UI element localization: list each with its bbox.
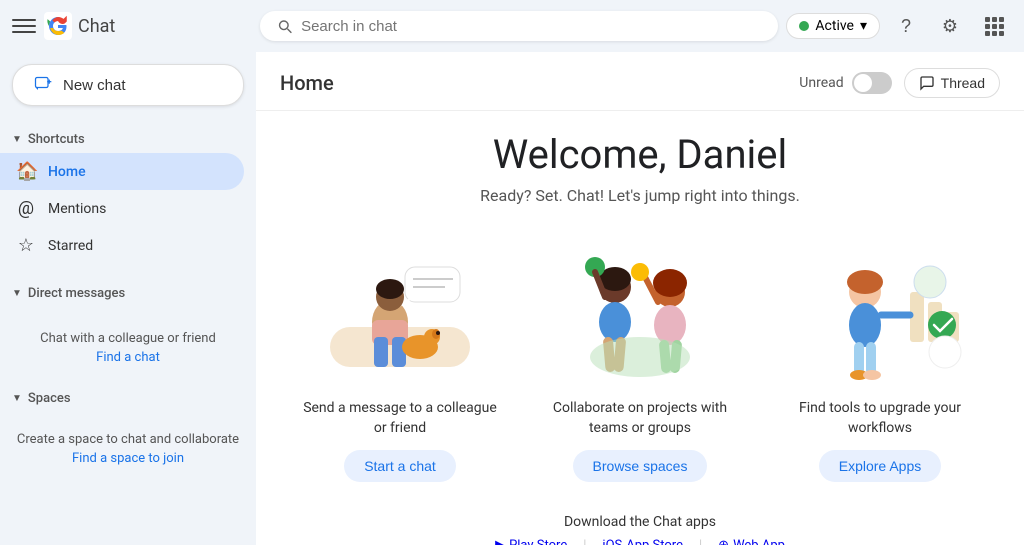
find-chat-section: Chat with a colleague or friend Find a c…: [0, 315, 256, 381]
find-space-section: Create a space to chat and collaborate F…: [0, 416, 256, 482]
explore-apps-button[interactable]: Explore Apps: [819, 450, 942, 482]
play-store-label: Play Store: [509, 538, 567, 545]
start-chat-card: Send a message to a colleague or friend …: [300, 237, 500, 482]
active-status-button[interactable]: Active ▾: [786, 13, 880, 39]
apps-button[interactable]: [976, 8, 1012, 44]
create-space-text: Create a space to chat and collaborate: [16, 432, 240, 447]
thread-icon: [919, 75, 935, 91]
welcome-area: Welcome, Daniel Ready? Set. Chat! Let's …: [256, 111, 1024, 545]
sidebar-item-mentions[interactable]: @ Mentions: [0, 190, 244, 227]
browse-spaces-card: Collaborate on projects with teams or gr…: [540, 237, 740, 482]
nav-item-starred-label: Starred: [48, 238, 93, 254]
ios-label: iOS: [602, 538, 622, 545]
topbar-right: Active ▾ ? ⚙: [786, 8, 1012, 44]
topbar-left: Chat: [12, 12, 252, 40]
thread-button[interactable]: Thread: [904, 68, 1000, 98]
active-label: Active: [815, 18, 854, 34]
download-section: Download the Chat apps ▶ Play Store | iO…: [280, 506, 1000, 545]
app-logo: Chat: [44, 12, 115, 40]
dropdown-arrow: ▾: [860, 18, 867, 34]
divider-1: |: [583, 538, 586, 545]
app-store-label: App Store: [626, 538, 683, 545]
star-icon: ☆: [16, 235, 36, 256]
sidebar-item-home[interactable]: 🏠 Home: [0, 153, 244, 190]
start-chat-button[interactable]: Start a chat: [344, 450, 456, 482]
web-app-link[interactable]: ⊕ Web App: [718, 538, 785, 545]
content-area: Home Unread Thread Welcome, Daniel Re: [256, 52, 1024, 545]
shortcuts-header[interactable]: ▼ Shortcuts: [0, 126, 256, 153]
search-bar[interactable]: [260, 11, 778, 41]
start-chat-text: Send a message to a colleague or friend: [300, 399, 500, 438]
browse-spaces-illustration: [550, 237, 730, 387]
direct-messages-header[interactable]: ▼ Direct messages: [0, 280, 256, 307]
download-title: Download the Chat apps: [288, 514, 992, 530]
unread-toggle: Unread: [799, 72, 891, 94]
play-store-icon: ▶: [495, 538, 505, 545]
start-chat-illustration: [310, 237, 490, 387]
direct-messages-section: ▼ Direct messages: [0, 280, 256, 307]
divider-2: |: [699, 538, 702, 545]
direct-messages-label: Direct messages: [28, 286, 125, 301]
header-actions: Unread Thread: [799, 68, 1000, 98]
chat-colleague-text: Chat with a colleague or friend: [16, 331, 240, 346]
download-links: ▶ Play Store | iOS App Store | ⊕ Web App: [288, 538, 992, 545]
main-layout: New chat ▼ Shortcuts 🏠 Home @ Mentions ☆…: [0, 52, 1024, 545]
sidebar: New chat ▼ Shortcuts 🏠 Home @ Mentions ☆…: [0, 52, 256, 545]
welcome-title: Welcome, Daniel: [280, 131, 1000, 178]
settings-button[interactable]: ⚙: [932, 8, 968, 44]
status-dot: [799, 21, 809, 31]
web-app-icon: ⊕: [718, 538, 729, 545]
content-header: Home Unread Thread: [256, 52, 1024, 111]
find-chat-link[interactable]: Find a chat: [16, 350, 240, 365]
app-store-link[interactable]: iOS App Store: [602, 538, 683, 545]
play-store-link[interactable]: ▶ Play Store: [495, 538, 567, 545]
thread-label: Thread: [941, 75, 985, 91]
new-chat-label: New chat: [63, 77, 126, 94]
home-icon: 🏠: [16, 161, 36, 182]
dm-arrow: ▼: [12, 288, 22, 299]
shortcuts-section: ▼ Shortcuts 🏠 Home @ Mentions ☆ Starred: [0, 126, 256, 264]
google-g-icon: [44, 12, 72, 40]
welcome-subtitle: Ready? Set. Chat! Let's jump right into …: [280, 186, 1000, 205]
spaces-arrow: ▼: [12, 393, 22, 404]
spaces-section: ▼ Spaces: [0, 381, 256, 416]
web-app-label: Web App: [733, 538, 785, 545]
content-title: Home: [280, 71, 334, 95]
explore-apps-card: Find tools to upgrade your workflows Exp…: [780, 237, 980, 482]
shortcuts-label: Shortcuts: [28, 132, 85, 147]
new-chat-button[interactable]: New chat: [12, 64, 244, 106]
spaces-label: Spaces: [28, 391, 71, 406]
browse-spaces-text: Collaborate on projects with teams or gr…: [540, 399, 740, 438]
search-input[interactable]: [301, 18, 762, 35]
nav-item-home-label: Home: [48, 164, 86, 180]
menu-icon[interactable]: [12, 14, 36, 38]
apps-grid-icon: [985, 17, 1004, 36]
spaces-header[interactable]: ▼ Spaces: [0, 385, 256, 412]
help-button[interactable]: ?: [888, 8, 924, 44]
unread-label: Unread: [799, 75, 843, 91]
explore-apps-illustration: [790, 237, 970, 387]
mentions-icon: @: [16, 198, 36, 219]
shortcuts-arrow: ▼: [12, 134, 22, 145]
cards-row: Send a message to a colleague or friend …: [280, 237, 1000, 482]
new-chat-icon: [33, 75, 53, 95]
explore-apps-text: Find tools to upgrade your workflows: [780, 399, 980, 438]
sidebar-item-starred[interactable]: ☆ Starred: [0, 227, 244, 264]
browse-spaces-button[interactable]: Browse spaces: [573, 450, 708, 482]
find-space-link[interactable]: Find a space to join: [16, 451, 240, 466]
unread-switch[interactable]: [852, 72, 892, 94]
toggle-knob: [854, 74, 872, 92]
app-title: Chat: [78, 16, 115, 37]
topbar: Chat Active ▾ ? ⚙: [0, 0, 1024, 52]
search-icon: [276, 17, 293, 35]
nav-item-mentions-label: Mentions: [48, 201, 106, 217]
